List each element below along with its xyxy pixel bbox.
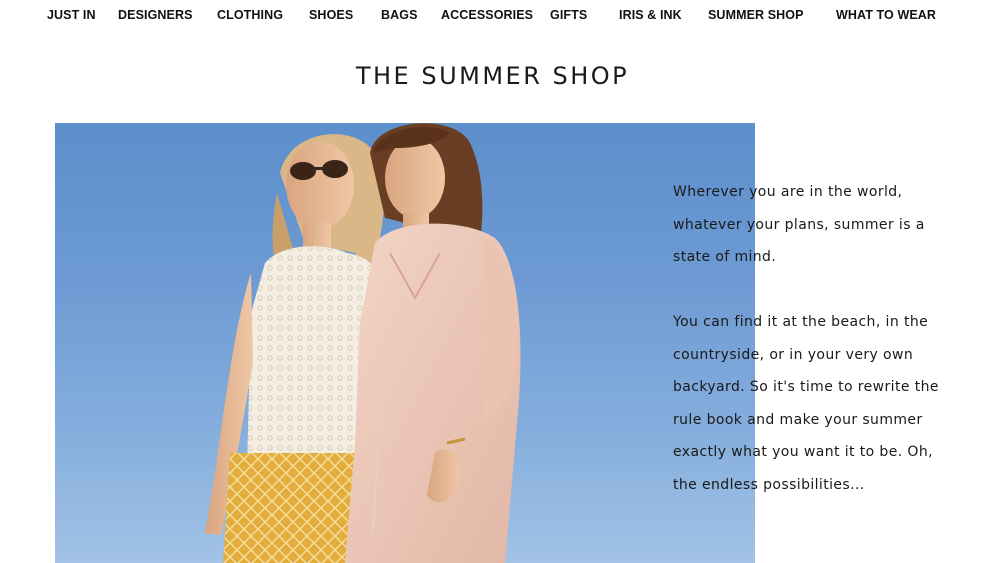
- nav-item-designers[interactable]: DESIGNERS: [118, 8, 193, 22]
- intro-paragraph-2: You can find it at the beach, in the cou…: [673, 306, 943, 501]
- intro-line: Wherever you are in the world,: [673, 184, 903, 200]
- nav-item-accessories[interactable]: ACCESSORIES: [441, 8, 533, 22]
- nav-item-iris-and-ink[interactable]: IRIS & INK: [619, 8, 682, 22]
- intro-line: backyard. So it's time to rewrite the: [673, 379, 939, 395]
- nav-item-gifts[interactable]: GIFTS: [550, 8, 587, 22]
- intro-line: the endless possibilities...: [673, 476, 865, 493]
- nav-item-what-to-wear[interactable]: WHAT TO WEAR: [836, 8, 936, 22]
- nav-item-clothing[interactable]: CLOTHING: [217, 8, 283, 22]
- intro-line: You can find it at the beach, in the: [673, 314, 929, 330]
- figure-left-skirt: [223, 453, 355, 563]
- page-title: THE SUMMER SHOP: [355, 62, 630, 90]
- intro-line: countryside, or in your very own: [673, 346, 914, 363]
- hero-illustration: [205, 123, 521, 563]
- nav-item-bags[interactable]: BAGS: [381, 8, 418, 22]
- nav-item-just-in[interactable]: JUST IN: [47, 8, 96, 22]
- intro-paragraph-1: Wherever you are in the world, whatever …: [673, 176, 943, 274]
- figure-left-face: [286, 141, 354, 229]
- hero-image[interactable]: [55, 123, 755, 563]
- intro-line: state of mind.: [673, 249, 777, 265]
- main-nav: JUST IN DESIGNERS CLOTHING SHOES BAGS AC…: [0, 0, 1000, 30]
- figure-right-face: [385, 138, 445, 218]
- intro-line: whatever your plans, summer is a: [673, 216, 925, 233]
- intro-copy: Wherever you are in the world, whatever …: [673, 176, 943, 501]
- intro-line: rule book and make your summer: [673, 411, 923, 428]
- nav-item-shoes[interactable]: SHOES: [309, 8, 353, 22]
- intro-line: exactly what you want it to be. Oh,: [673, 444, 933, 460]
- nav-item-summer-shop[interactable]: SUMMER SHOP: [708, 8, 804, 22]
